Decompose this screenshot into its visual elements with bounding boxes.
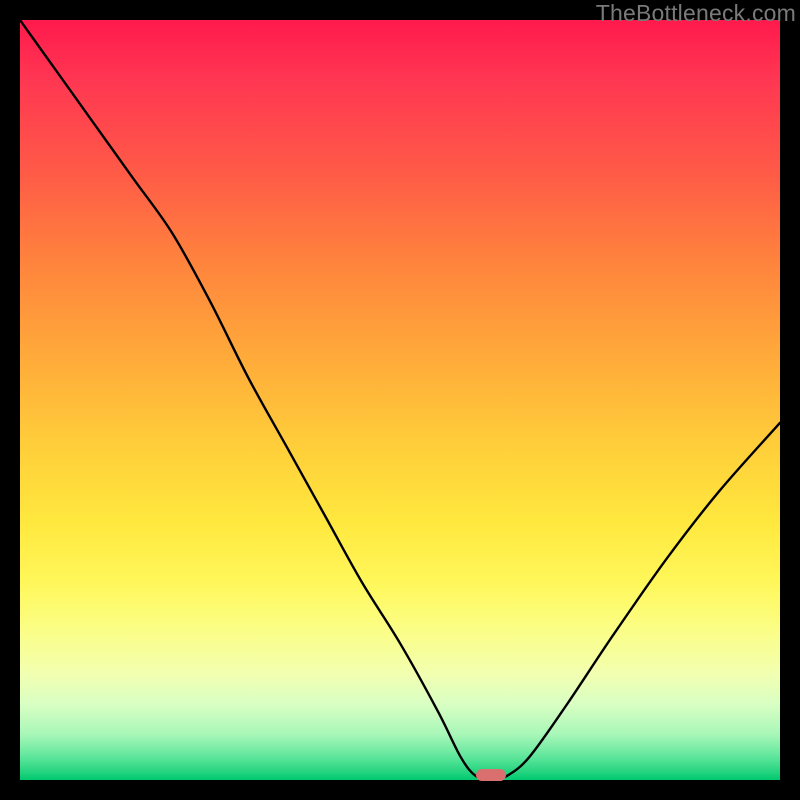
- bottleneck-curve: [20, 20, 780, 780]
- gradient-plot-area: [20, 20, 780, 780]
- chart-frame: TheBottleneck.com: [0, 0, 800, 800]
- optimal-marker: [476, 769, 506, 781]
- watermark-text: TheBottleneck.com: [596, 0, 796, 27]
